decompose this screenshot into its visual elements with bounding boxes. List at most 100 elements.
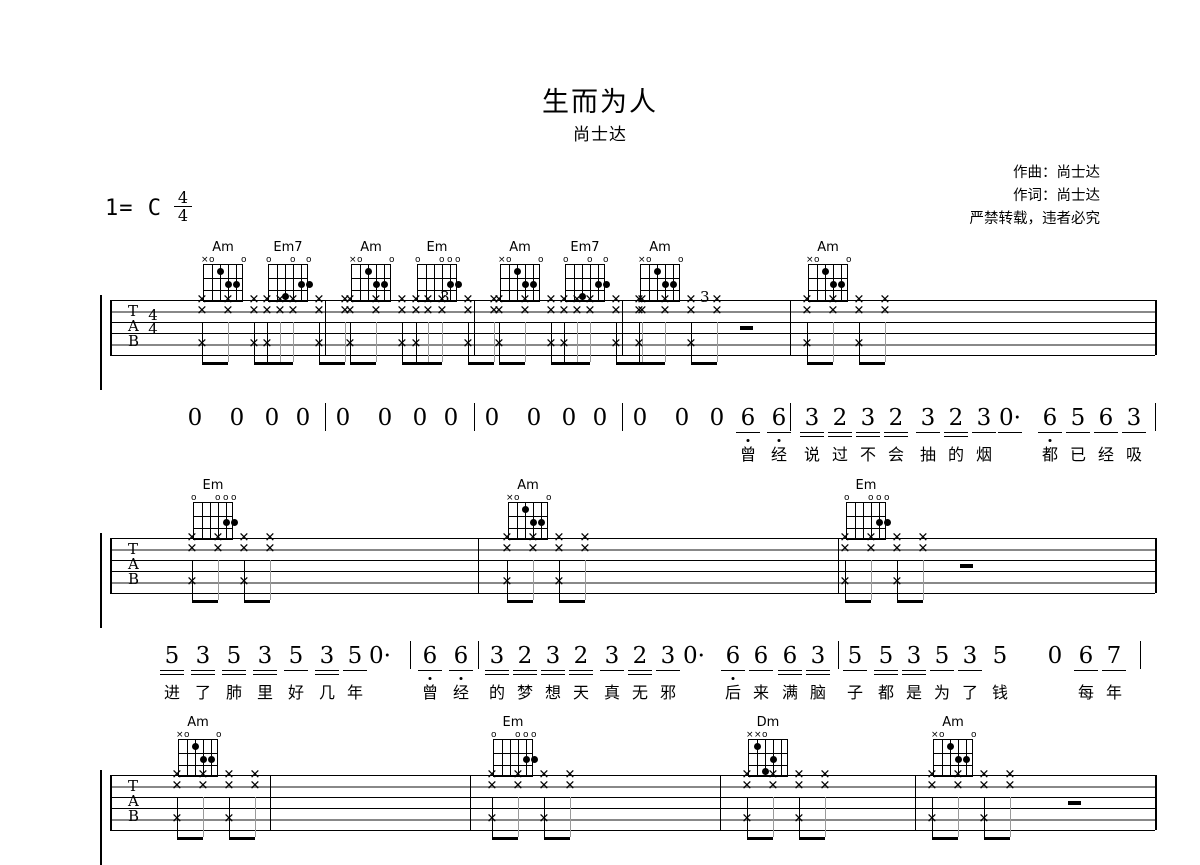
- lyric-syllable: 进: [163, 683, 181, 702]
- notation-barline: [325, 403, 327, 431]
- chord-finger-dot: [769, 755, 777, 763]
- note-duration-underline: [541, 670, 565, 672]
- note-stem: [559, 560, 561, 600]
- system-end-barline: [1155, 538, 1157, 593]
- lyric-syllable: 是: [905, 683, 923, 702]
- note-stem: [525, 322, 527, 362]
- staff-line: [110, 797, 1155, 798]
- melody-note: 0: [295, 405, 311, 431]
- strum-mute-x: ✕: [685, 303, 697, 319]
- strum-mute-x: ✕: [891, 541, 903, 557]
- fret-wire-line: [269, 277, 307, 279]
- chord-finger-dot: [529, 280, 537, 288]
- lyric-syllable: 经: [1097, 445, 1115, 464]
- chord-finger-dot: [653, 268, 661, 275]
- fret-string-line: [649, 265, 650, 301]
- chord-finger-dot: [602, 280, 610, 288]
- note-duration-underline: [806, 670, 830, 672]
- note-beam: [932, 836, 958, 840]
- melody-note: 0: [264, 405, 280, 431]
- melody-note: 6: [782, 643, 798, 669]
- note-duration-underline: [806, 674, 830, 676]
- note-beam: [544, 836, 570, 840]
- strum-mute-x: ✕: [248, 303, 260, 319]
- strum-mute-x: ✕: [564, 778, 576, 794]
- staff-line: [110, 582, 1155, 584]
- fret-wire-line: [501, 290, 539, 292]
- notation-barline: [478, 641, 480, 669]
- strum-mute-x: ✕: [519, 303, 531, 319]
- strum-mute-x: ✕: [436, 303, 448, 319]
- fret-wire-line: [566, 290, 604, 292]
- note-duration-underline: [874, 670, 898, 672]
- strum-mute-x: ✕: [571, 303, 583, 319]
- lyric-syllable: 说: [803, 445, 821, 464]
- strum-mute-x: ✕: [171, 778, 183, 794]
- note-duration-underline: [884, 432, 908, 434]
- fret-wire-line: [934, 765, 972, 767]
- chord-finger-dot: [224, 280, 232, 288]
- note-duration-underline: [884, 436, 908, 438]
- melody-note: 6: [740, 405, 756, 431]
- note-stem: [564, 322, 566, 362]
- measure-barline: [622, 300, 623, 355]
- note-stem: [350, 322, 352, 362]
- lyric-syllable: 烟: [975, 445, 993, 464]
- lyric-syllable: 好: [287, 683, 305, 702]
- fret-wire-line: [194, 515, 232, 517]
- chord-name: Am: [817, 240, 839, 255]
- melody-note: 3: [1126, 405, 1142, 431]
- strum-mute-x: ✕: [197, 778, 209, 794]
- system-start-barline: [110, 538, 112, 593]
- chord-finger-dot: [222, 518, 230, 526]
- strum-mute-x: ✕: [313, 303, 325, 319]
- notation-barline: [1155, 403, 1157, 431]
- chord-finger-dot: [837, 280, 845, 288]
- chord-finger-dot: [753, 743, 761, 750]
- note-duration-underline: [343, 670, 367, 672]
- chord-finger-dot: [207, 755, 215, 763]
- measure-barline: [270, 775, 271, 830]
- note-duration-underline: [916, 432, 940, 434]
- note-beam: [564, 361, 590, 365]
- note-duration-underline: [418, 670, 442, 672]
- melody-note: 6: [1078, 643, 1094, 669]
- measure-barline: [470, 775, 471, 830]
- melody-note: 5: [992, 643, 1008, 669]
- strum-mute-x: ✕: [512, 778, 524, 794]
- lyric-syllable: 满: [781, 683, 799, 702]
- strum-mute-x: ✕: [801, 303, 813, 319]
- fret-string-line: [817, 265, 818, 301]
- melody-note: 3: [545, 643, 561, 669]
- note-beam: [859, 361, 885, 365]
- note-beam: [807, 361, 833, 365]
- fret-string-line: [781, 740, 782, 776]
- note-stem: [192, 560, 194, 600]
- note-stem: [228, 322, 230, 362]
- staff-line: [110, 786, 1155, 788]
- note-beam: [499, 361, 525, 365]
- note-stem: [267, 322, 269, 362]
- note-duration-underline: [998, 432, 1022, 434]
- note-beam: [350, 361, 376, 365]
- note-stem: [293, 322, 295, 362]
- melody-note: 0: [1047, 643, 1063, 669]
- melody-note: 0: [335, 405, 351, 431]
- notation-barline: [1140, 641, 1142, 669]
- staff-line: [110, 819, 1155, 821]
- melody-note: 0: [484, 405, 500, 431]
- chord-finger-dot: [232, 280, 240, 288]
- note-beam: [492, 836, 518, 840]
- lyric-syllable: 曾: [421, 683, 439, 702]
- staff-line: [110, 775, 1155, 776]
- strum-mute-x: ✕: [879, 303, 891, 319]
- chord-finger-dot: [529, 518, 537, 526]
- fret-string-line: [855, 503, 856, 539]
- lyric-syllable: 吸: [1125, 445, 1143, 464]
- chord-name: Am: [360, 240, 382, 255]
- fret-string-line: [510, 740, 511, 776]
- fret-wire-line: [641, 277, 679, 279]
- note-stem: [428, 322, 430, 362]
- lyric-syllable: 的: [488, 683, 506, 702]
- note-duration-underline: [828, 436, 852, 438]
